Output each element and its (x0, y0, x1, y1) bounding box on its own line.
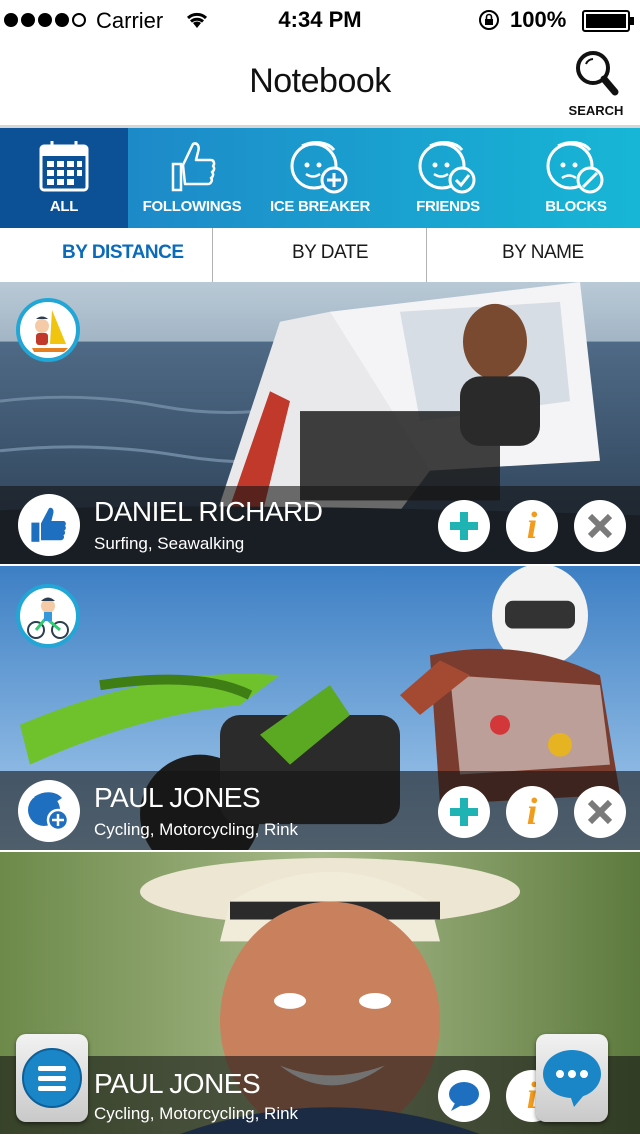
chat-button[interactable] (536, 1034, 608, 1122)
dismiss-button[interactable] (574, 786, 626, 838)
menu-button[interactable] (16, 1034, 88, 1122)
tab-blocks-label: BLOCKS (545, 198, 607, 215)
info-icon: i (526, 505, 538, 547)
message-button[interactable] (438, 1070, 490, 1122)
plus-icon (450, 798, 478, 826)
navigation-bar: Notebook SEARCH (0, 40, 640, 128)
tab-ice-breaker[interactable]: ICE BREAKER (256, 128, 384, 228)
profile-name: DANIEL RICHARD (94, 496, 323, 527)
battery-percent: 100% (510, 7, 567, 32)
windsurfer-avatar-icon[interactable] (16, 298, 80, 362)
profile-activities: Surfing, Seawalking (94, 534, 245, 553)
follow-button[interactable] (18, 494, 80, 556)
hamburger-menu-icon (22, 1048, 82, 1108)
search-button[interactable]: SEARCH (566, 48, 626, 118)
page-title: Notebook (249, 62, 391, 100)
tab-all-label: ALL (49, 198, 79, 215)
tab-followings[interactable]: FOLLOWINGS (128, 128, 256, 228)
category-tabs: ALL FOLLOWINGS ICE BREAKER FRIENDS BLOCK… (0, 128, 640, 228)
chat-bubble-icon (449, 1082, 479, 1111)
info-button[interactable]: i (506, 500, 558, 552)
profile-card[interactable]: PAUL JONES Cycling, Motorcycling, Rink i (0, 566, 640, 852)
battery-icon (582, 10, 634, 32)
tab-followings-label: FOLLOWINGS (142, 198, 242, 215)
face-check-icon (384, 138, 512, 196)
sort-by-distance[interactable]: BY DISTANCE (62, 242, 184, 264)
sort-divider (212, 228, 213, 282)
sort-divider (426, 228, 427, 282)
profile-activities: Cycling, Motorcycling, Rink (94, 820, 299, 839)
calendar-icon (0, 138, 128, 196)
chat-bubble-icon (543, 1050, 601, 1107)
add-friend-button[interactable] (438, 500, 490, 552)
face-add-icon (28, 792, 70, 832)
profile-name: PAUL JONES (94, 782, 261, 813)
profile-card[interactable]: DANIEL RICHARD Surfing, Seawalking i (0, 282, 640, 566)
profile-name: PAUL JONES (94, 1068, 261, 1099)
info-icon: i (526, 791, 538, 833)
close-icon (587, 799, 613, 825)
tab-friends[interactable]: FRIENDS (384, 128, 512, 228)
close-icon (587, 513, 613, 539)
thumbs-up-icon (31, 507, 66, 542)
info-button[interactable]: i (506, 786, 558, 838)
dismiss-button[interactable] (574, 500, 626, 552)
ice-breaker-button[interactable] (18, 780, 80, 842)
thumbs-up-icon (128, 138, 256, 196)
profile-activities: Cycling, Motorcycling, Rink (94, 1104, 299, 1123)
rotation-lock-icon (478, 9, 500, 37)
cyclist-avatar-icon[interactable] (16, 584, 80, 648)
face-block-icon (512, 138, 640, 196)
sort-bar: BY DISTANCE BY DATE BY NAME (0, 228, 640, 282)
sort-by-date[interactable]: BY DATE (292, 242, 369, 264)
tab-friends-label: FRIENDS (416, 198, 480, 215)
add-friend-button[interactable] (438, 786, 490, 838)
tab-blocks[interactable]: BLOCKS (512, 128, 640, 228)
status-bar: Carrier 4:34 PM 100% (0, 0, 640, 40)
search-icon (576, 51, 619, 96)
tab-all[interactable]: ALL (0, 128, 128, 228)
sort-by-name[interactable]: BY NAME (502, 242, 584, 264)
search-label: SEARCH (568, 103, 624, 118)
tab-ice-breaker-label: ICE BREAKER (269, 198, 371, 215)
face-add-icon (256, 138, 384, 196)
plus-icon (450, 512, 478, 540)
